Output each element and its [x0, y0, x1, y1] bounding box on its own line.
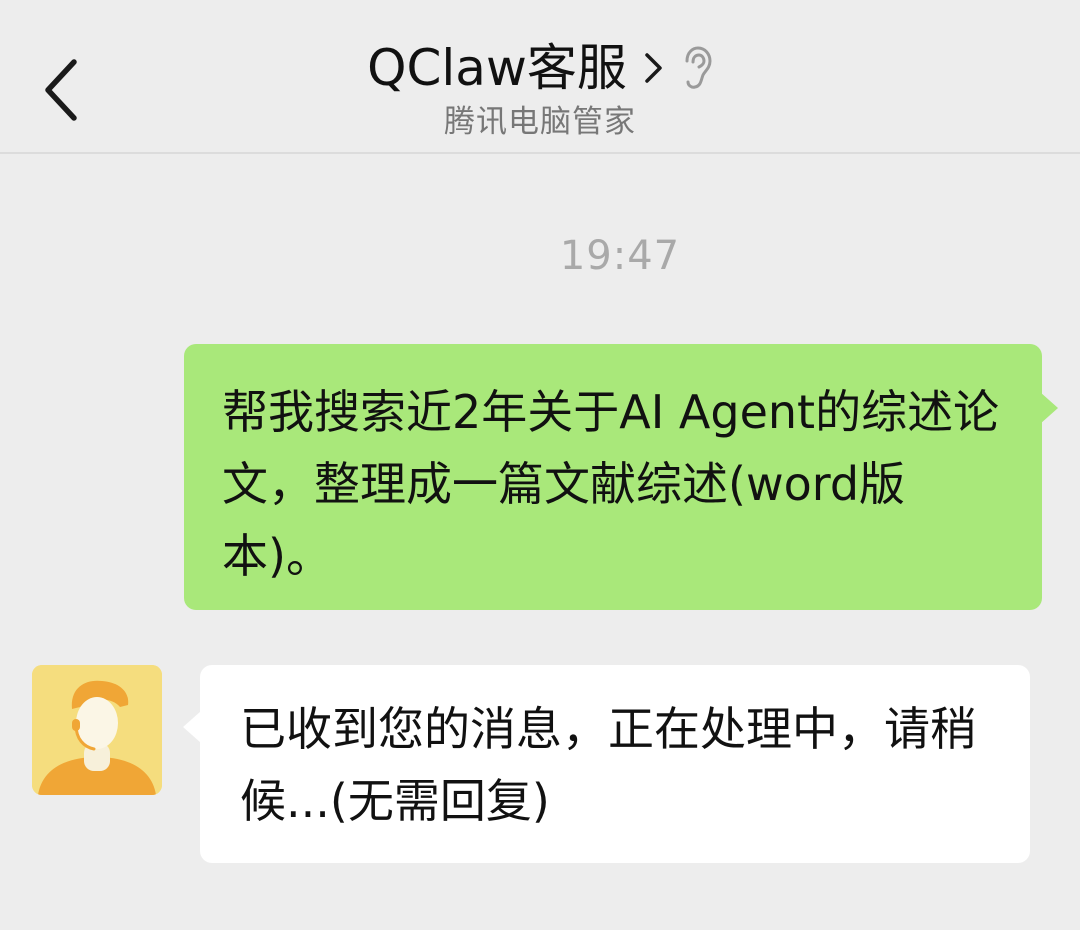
- customer-service-avatar[interactable]: [32, 665, 162, 795]
- incoming-message-bubble[interactable]: 已收到您的消息，正在处理中，请稍候...(无需回复): [200, 665, 1030, 863]
- agent-avatar-icon: [32, 665, 162, 795]
- outgoing-bubble-tail: [1040, 392, 1058, 424]
- ear-icon: [685, 46, 712, 89]
- message-timestamp: 19:47: [559, 233, 681, 279]
- chevron-right-icon: [645, 53, 662, 83]
- chat-header: QClaw客服 腾讯电脑管家: [0, 0, 1080, 154]
- incoming-bubble-tail: [183, 711, 201, 743]
- chat-title-group[interactable]: QClaw客服: [367, 36, 713, 100]
- chat-title: QClaw客服: [367, 39, 627, 97]
- chat-subtitle: 腾讯电脑管家: [444, 104, 636, 140]
- outgoing-message-bubble[interactable]: 帮我搜索近2年关于AI Agent的综述论文，整理成一篇文献综述(word版本)…: [184, 344, 1042, 610]
